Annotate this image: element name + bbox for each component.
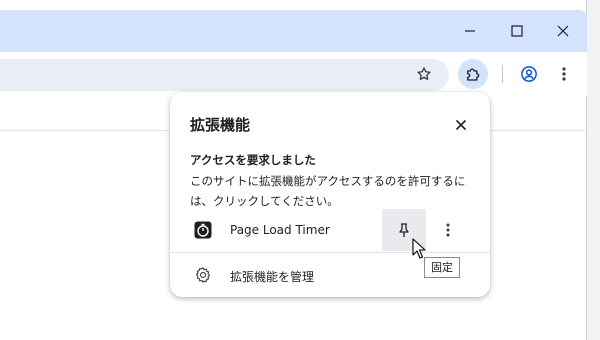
pin-icon	[399, 223, 409, 237]
bookmark-star-button[interactable]	[409, 59, 439, 89]
extension-name: Page Load Timer	[230, 223, 330, 237]
star-icon	[417, 67, 431, 80]
toolbar-divider	[502, 65, 503, 83]
extension-row[interactable]: Page Load Timer	[170, 209, 490, 251]
desktop-background	[587, 0, 600, 340]
close-window-button[interactable]	[540, 10, 586, 52]
profile-icon	[521, 66, 537, 82]
extensions-button[interactable]	[458, 59, 488, 89]
stopwatch-icon	[194, 221, 212, 239]
gear-icon	[195, 267, 211, 283]
puzzle-icon	[467, 68, 480, 81]
access-request-heading: アクセスを要求しました	[190, 153, 316, 167]
maximize-button[interactable]	[494, 10, 540, 52]
vertical-dots-icon	[562, 67, 566, 81]
access-request-description[interactable]: このサイトに拡張機能がアクセスするのを許可するには、クリックしてください。	[190, 171, 480, 211]
browser-menu-button[interactable]	[549, 59, 579, 89]
extension-more-button[interactable]	[436, 218, 460, 242]
manage-extensions-label: 拡張機能を管理	[230, 270, 315, 284]
popup-close-button[interactable]	[449, 113, 473, 137]
minimize-button[interactable]	[447, 10, 493, 52]
profile-button[interactable]	[514, 59, 544, 89]
maximize-icon	[511, 25, 523, 37]
pin-tooltip: 固定	[424, 257, 460, 278]
popup-divider	[170, 252, 490, 253]
vertical-dots-icon	[446, 223, 450, 237]
minimize-icon	[465, 30, 475, 32]
close-icon	[455, 119, 467, 131]
address-bar[interactable]	[0, 59, 449, 91]
close-icon	[557, 25, 569, 37]
popup-title: 拡張機能	[190, 116, 251, 134]
